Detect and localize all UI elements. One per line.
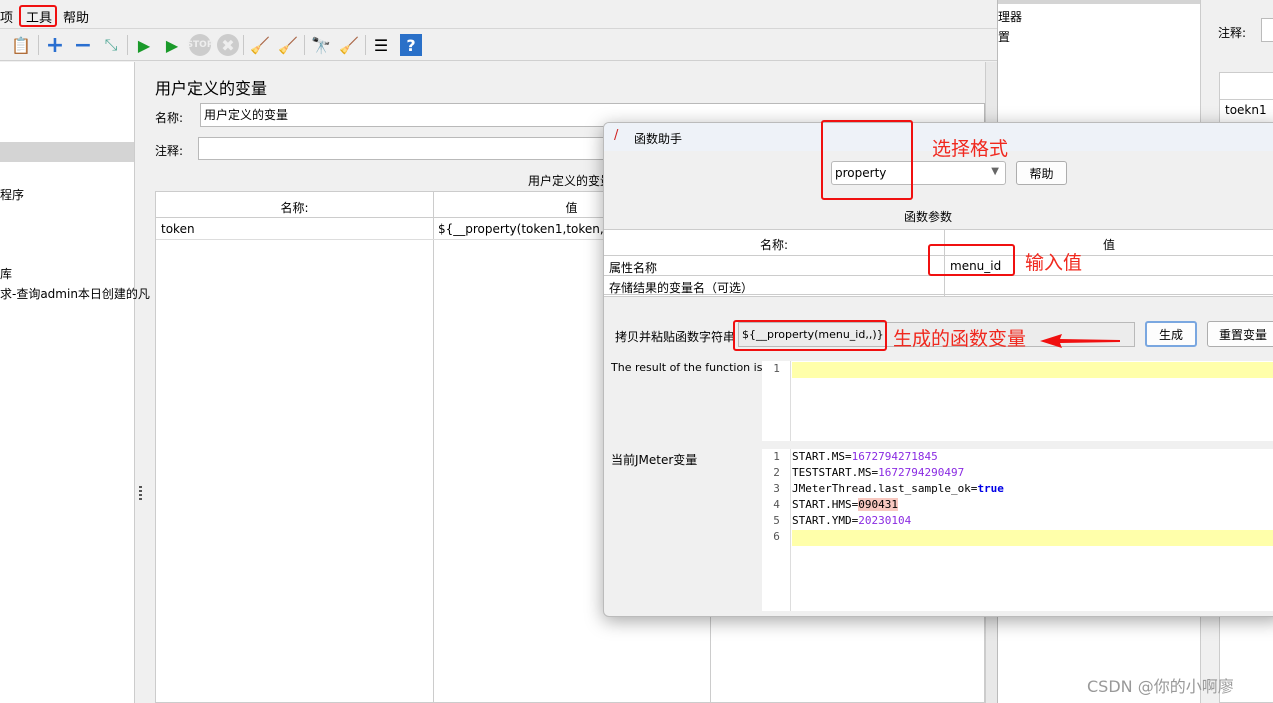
help-icon[interactable]: ? [400,34,422,56]
shutdown-icon[interactable]: ✖ [217,34,239,56]
clear-all-icon[interactable]: 🧹 [277,34,299,56]
add-icon[interactable]: + [44,33,66,58]
table-cell: toekn1 [1225,103,1267,117]
log-viewer-icon[interactable]: ☰ [370,34,392,56]
annotation-generated: 生成的函数变量 [893,328,1027,350]
line-number: 1 [773,450,780,463]
variable-line: JMeterThread.last_sample_ok=true [792,482,1004,495]
variable-key: START.YMD= [792,514,859,527]
annotation-box [19,5,57,27]
clear-icon[interactable]: 🧹 [249,34,271,56]
clipboard-icon[interactable]: 📋 [10,34,32,56]
variable-line: TESTSTART.MS=1672794290497 [792,466,964,479]
tree-selected-row[interactable] [0,142,134,162]
param-name[interactable]: 属性名称 [609,259,657,276]
variable-value: true [977,482,1004,495]
annotation-box [821,120,913,200]
variable-value: 1672794290497 [878,466,965,479]
line-number: 4 [773,498,780,511]
copy-label: 拷贝并粘贴函数字符串 [615,330,736,344]
annotation-input-value: 输入值 [1025,252,1083,274]
table-cell-name[interactable]: token [161,222,195,236]
feather-icon: / [614,128,619,143]
line-number: 5 [773,514,780,527]
list-item: 置 [998,30,1011,44]
watermark: CSDN @你的小啊廖 [1087,677,1234,696]
menu-options[interactable]: 项 [0,7,13,26]
column-header-name[interactable]: 名称: [604,236,944,253]
reset-variables-button[interactable]: 重置变量 [1207,321,1273,347]
table-cell-value[interactable]: ${__property(token1,token,)} [438,222,616,236]
variable-line: START.MS=1672794271845 [792,450,938,463]
annotation-arrow-icon [1040,334,1120,348]
comment-label: 注释: [1218,26,1247,40]
stop-icon[interactable]: STOP [187,34,213,56]
dialog-title: 函数助手 [634,132,683,146]
variable-value: 20230104 [858,514,912,527]
line-number: 6 [773,530,780,543]
start-no-pause-icon[interactable]: ▶ [161,34,183,56]
variable-key: START.MS= [792,450,852,463]
variable-value: 090431 [858,498,898,511]
menu-help[interactable]: 帮助 [63,7,89,26]
toggle-icon[interactable]: ⤡ [100,34,122,56]
chevron-down-icon: ▼ [991,166,999,177]
search-icon[interactable]: 🔭 [310,34,332,56]
vars-label: 当前JMeter变量 [611,453,698,467]
variable-value: 1672794271845 [851,450,938,463]
annotation-box [733,320,887,351]
column-header-name[interactable]: 名称: [156,199,433,216]
help-button[interactable]: 帮助 [1016,161,1067,185]
variable-key: TESTSTART.MS= [792,466,879,479]
tree-item[interactable]: 求-查询admin本日创建的凡 [0,285,150,302]
result-editor[interactable]: 1 [762,361,1273,441]
test-plan-tree[interactable]: 程序 库 求-查询admin本日创建的凡 [0,62,150,703]
tree-item[interactable]: 程序 [0,186,24,203]
param-name[interactable]: 存储结果的变量名（可选） [609,279,753,296]
variable-line: START.YMD=20230104 [792,514,911,527]
variable-key: START.HMS= [792,498,859,511]
vars-editor[interactable]: 1 2 3 4 5 6 START.MS=1672794271845 TESTSTART.M… [762,449,1273,611]
start-icon[interactable]: ▶ [133,34,155,56]
reset-search-icon[interactable]: 🧹 [338,34,360,56]
toolbar: 📋 + − ⤡ ▶ ▶ STOP ✖ 🧹 🧹 🔭 🧹 ☰ ? [0,29,997,61]
variable-key: JMeterThread.last_sample_ok= [792,482,978,495]
page-title: 用户定义的变量 [155,79,268,98]
result-label: The result of the function is [611,361,763,374]
menu-bar: 项 工具 帮助 [0,0,997,29]
generate-button[interactable]: 生成 [1145,321,1197,347]
name-label: 名称: [155,111,184,125]
function-helper-dialog: / 函数助手 property ▼ 帮助 函数参数 名称: 值 属性名称 men… [603,122,1273,617]
comment-label: 注释: [155,144,184,158]
line-number: 3 [773,482,780,495]
line-number: 2 [773,466,780,479]
variable-line: START.HMS=090431 [792,498,898,511]
annotation-select-format: 选择格式 [932,138,1009,160]
tree-item[interactable]: 库 [0,265,12,282]
splitter-handle[interactable] [139,486,142,500]
annotation-box [928,244,1015,276]
params-caption: 函数参数 [903,210,952,224]
list-item: 理器 [998,10,1023,24]
remove-icon[interactable]: − [72,33,94,58]
